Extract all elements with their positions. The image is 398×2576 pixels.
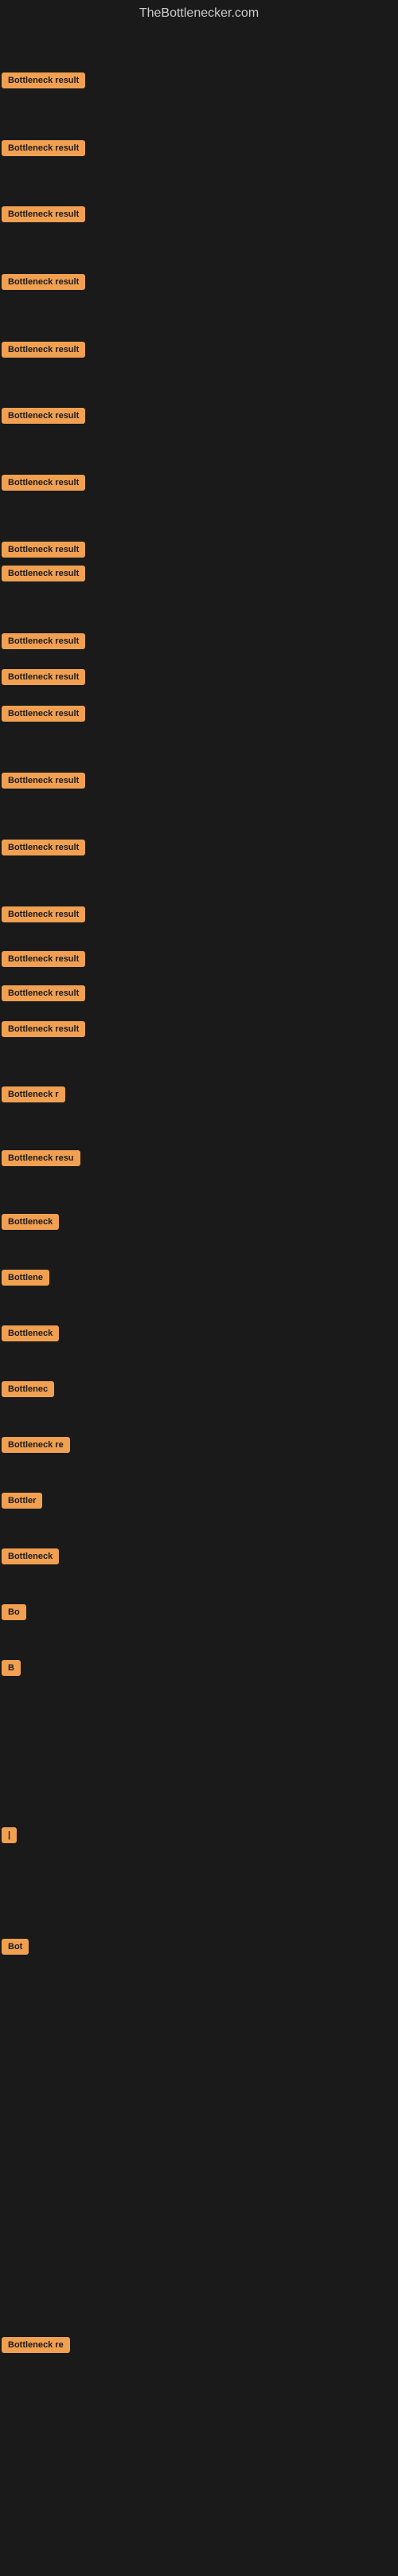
bottleneck-badge: Bottleneck result [2,773,85,789]
bottleneck-badge: Bottleneck result [2,475,85,491]
list-item[interactable]: Bottleneck [2,1548,59,1564]
list-item[interactable]: Bottlenec [2,1381,54,1397]
list-item[interactable]: Bottleneck result [2,140,85,156]
list-item[interactable]: Bottleneck result [2,633,85,649]
bottleneck-badge: Bottleneck result [2,72,85,88]
list-item[interactable]: Bottleneck result [2,951,85,967]
list-item[interactable]: Bottleneck result [2,706,85,722]
list-item[interactable]: Bottleneck result [2,274,85,290]
list-item[interactable]: B [2,1660,21,1676]
bottleneck-badge: B [2,1660,21,1676]
bottleneck-badge: Bottleneck [2,1548,59,1564]
bottleneck-badge: Bottleneck result [2,1021,85,1037]
list-item[interactable]: Bot [2,1939,29,1955]
bottleneck-badge: Bottleneck result [2,840,85,855]
bottleneck-badge: Bottleneck [2,1325,59,1341]
list-item[interactable]: Bottleneck result [2,206,85,222]
bottleneck-badge: Bottler [2,1493,42,1509]
bottleneck-badge: Bottleneck result [2,140,85,156]
bottleneck-badge: Bottleneck r [2,1086,65,1102]
list-item[interactable]: | [2,1827,17,1843]
bottleneck-badge: Bottlenec [2,1381,54,1397]
bottleneck-badge: Bottleneck result [2,706,85,722]
list-item[interactable]: Bottlene [2,1270,49,1286]
bottleneck-badge: Bottleneck result [2,566,85,581]
list-item[interactable]: Bottleneck re [2,1437,70,1453]
list-item[interactable]: Bottleneck re [2,2337,70,2353]
bottleneck-badge: Bottleneck result [2,951,85,967]
bottleneck-badge: Bottleneck result [2,669,85,685]
list-item[interactable]: Bottleneck result [2,408,85,424]
list-item[interactable]: Bottleneck r [2,1086,65,1102]
list-item[interactable]: Bottleneck [2,1214,59,1230]
list-item[interactable]: Bottleneck result [2,566,85,581]
bottleneck-badge: | [2,1827,17,1843]
bottleneck-badge: Bottleneck result [2,906,85,922]
bottleneck-badge: Bottleneck [2,1214,59,1230]
site-title: TheBottlenecker.com [0,0,398,27]
list-item[interactable]: Bottleneck result [2,342,85,358]
list-item[interactable]: Bottleneck result [2,773,85,789]
list-item[interactable]: Bottleneck result [2,1021,85,1037]
list-item[interactable]: Bo [2,1604,26,1620]
bottleneck-badge: Bottleneck result [2,633,85,649]
bottleneck-badge: Bottleneck result [2,542,85,558]
list-item[interactable]: Bottleneck result [2,906,85,922]
bottleneck-badge: Bottleneck resu [2,1150,80,1166]
list-item[interactable]: Bottleneck resu [2,1150,80,1166]
bottleneck-badge: Bottleneck re [2,2337,70,2353]
list-item[interactable]: Bottler [2,1493,42,1509]
bottleneck-badge: Bottleneck result [2,274,85,290]
list-item[interactable]: Bottleneck result [2,669,85,685]
bottleneck-badge: Bottleneck result [2,342,85,358]
list-item[interactable]: Bottleneck result [2,985,85,1001]
bottleneck-badge: Bot [2,1939,29,1955]
bottleneck-badge: Bo [2,1604,26,1620]
list-item[interactable]: Bottleneck [2,1325,59,1341]
bottleneck-badge: Bottleneck result [2,985,85,1001]
bottleneck-badge: Bottleneck re [2,1437,70,1453]
bottleneck-badge: Bottlene [2,1270,49,1286]
list-item[interactable]: Bottleneck result [2,475,85,491]
list-item[interactable]: Bottleneck result [2,840,85,855]
bottleneck-badge: Bottleneck result [2,206,85,222]
list-item[interactable]: Bottleneck result [2,542,85,558]
list-item[interactable]: Bottleneck result [2,72,85,88]
bottleneck-badge: Bottleneck result [2,408,85,424]
